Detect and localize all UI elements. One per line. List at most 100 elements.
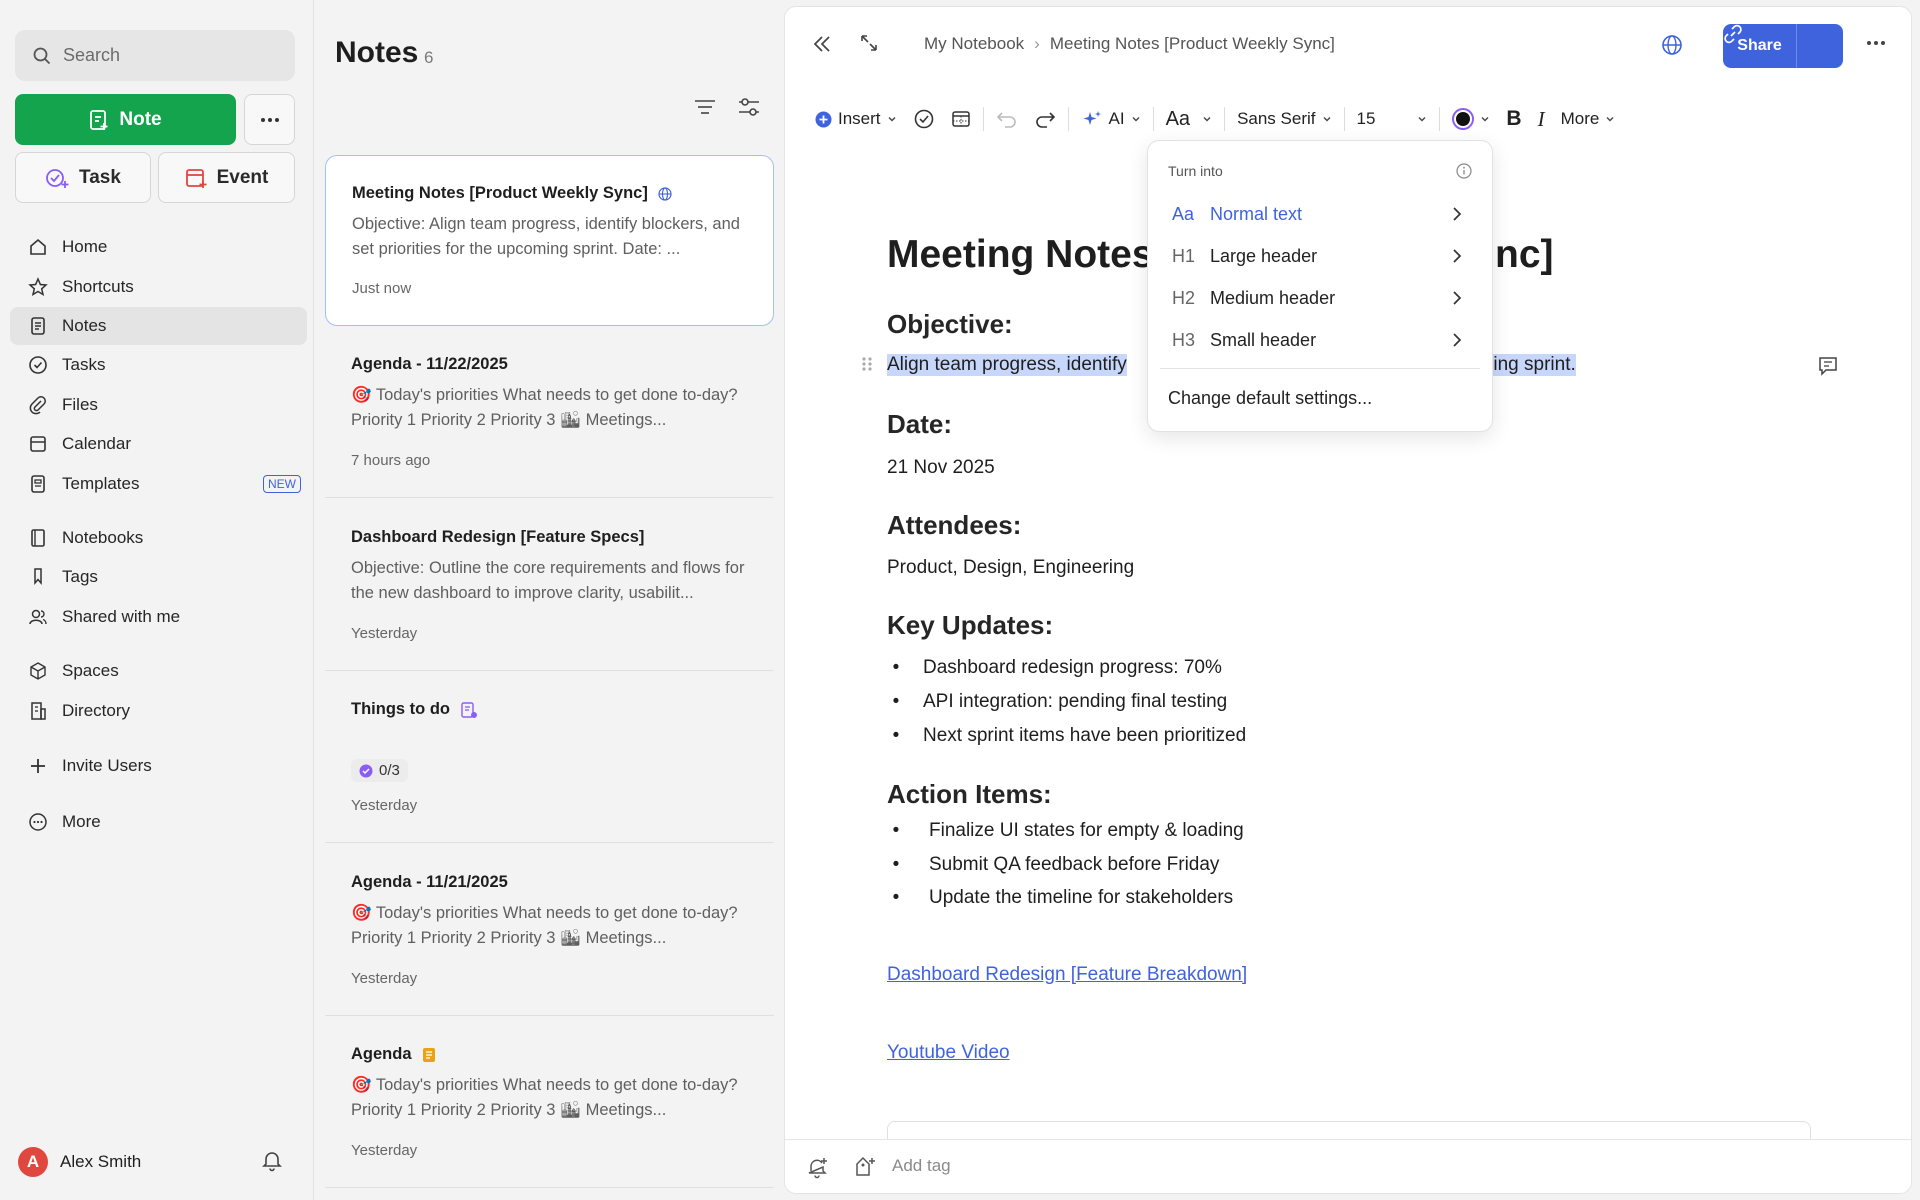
sidebar-item-more[interactable]: More: [10, 803, 307, 841]
sidebar-item-calendar[interactable]: Calendar: [10, 425, 307, 463]
note-card[interactable]: Things to do 0/3 Yesterday: [325, 672, 774, 843]
note-icon: [28, 316, 48, 336]
sidebar-item-files[interactable]: Files: [10, 386, 307, 424]
font-family-label: Sans Serif: [1237, 109, 1316, 128]
new-note-button[interactable]: Note: [15, 94, 236, 145]
chevron-down-icon: [1202, 114, 1212, 124]
font-size-label: 15: [1356, 109, 1376, 128]
filter-icon[interactable]: [737, 96, 761, 118]
new-task-label: Task: [79, 166, 121, 188]
copy-link-icon[interactable]: [1723, 24, 1743, 44]
add-tag-icon[interactable]: [853, 1155, 877, 1179]
text-style-dropdown[interactable]: Aa: [1158, 99, 1220, 139]
note-snippet: Objective: Align team progress, identify…: [352, 215, 740, 258]
chevron-right-icon: [1452, 333, 1462, 347]
search-input[interactable]: Search: [15, 30, 295, 81]
table-button[interactable]: [943, 99, 979, 139]
menu-item-medium-header[interactable]: H2 Medium header: [1148, 279, 1492, 317]
add-tag-input[interactable]: Add tag: [892, 1156, 951, 1176]
list-item-text: Next sprint items have been prioritized: [923, 725, 1247, 746]
checklist-button[interactable]: [905, 99, 943, 139]
italic-button[interactable]: I: [1530, 99, 1553, 139]
comment-icon[interactable]: [1817, 355, 1839, 377]
chevron-down-icon: [1417, 114, 1427, 124]
note-title: Meeting Notes [Product Weekly Sync]: [352, 184, 648, 202]
sidebar-item-notebooks[interactable]: Notebooks: [10, 519, 307, 557]
doc-title: Meeting Notes: [887, 233, 1154, 276]
expand-icon[interactable]: [859, 33, 879, 53]
toolbar-divider: [1343, 107, 1345, 131]
h1-icon: H1: [1172, 245, 1196, 266]
sidebar-item-templates[interactable]: Templates NEW: [10, 465, 307, 503]
menu-divider: [1160, 368, 1480, 369]
star-icon: [28, 277, 48, 297]
chevron-down-icon: [1131, 114, 1141, 124]
menu-item-label: Large header: [1210, 245, 1318, 266]
sparkle-icon: [1081, 109, 1103, 129]
search-placeholder: Search: [63, 45, 121, 65]
list-item: • Update the timeline for stakeholders: [892, 887, 1234, 908]
breadcrumb-separator-icon: ›: [1034, 34, 1040, 53]
sidebar-item-directory[interactable]: Directory: [10, 692, 307, 730]
user-profile[interactable]: A Alex Smith: [18, 1147, 141, 1177]
building-icon: [28, 701, 48, 721]
note-card[interactable]: Meeting Notes [Product Weekly Sync] Obje…: [325, 155, 774, 326]
new-event-button[interactable]: Event: [158, 152, 295, 203]
toolbar-divider: [1224, 107, 1226, 131]
undo-button[interactable]: [988, 99, 1026, 139]
note-card[interactable]: Agenda - 11/22/2025 🎯 Today's priorities…: [325, 327, 774, 498]
note-card[interactable]: Agenda 🎯 Today's priorities What needs t…: [325, 1017, 774, 1188]
bold-button[interactable]: B: [1498, 99, 1529, 139]
sidebar-item-invite-users[interactable]: Invite Users: [10, 747, 307, 785]
task-note-icon: [460, 701, 478, 719]
sidebar-item-tags[interactable]: Tags: [10, 558, 307, 596]
redo-button[interactable]: [1026, 99, 1064, 139]
note-title: Dashboard Redesign [Feature Specs]: [351, 528, 645, 546]
breadcrumb-notebook[interactable]: My Notebook: [924, 34, 1024, 54]
menu-item-small-header[interactable]: H3 Small header: [1148, 321, 1492, 359]
change-default-settings[interactable]: Change default settings...: [1168, 388, 1372, 409]
text-color-dropdown[interactable]: [1444, 99, 1498, 139]
menu-item-normal-text[interactable]: Aa Normal text: [1148, 195, 1492, 233]
sidebar-item-shortcuts[interactable]: Shortcuts: [10, 268, 307, 306]
sidebar-item-home[interactable]: Home: [10, 228, 307, 266]
more-options-icon[interactable]: [1867, 41, 1885, 45]
date-text: 21 Nov 2025: [887, 457, 995, 478]
list-item-text: Update the timeline for stakeholders: [929, 887, 1234, 908]
table-icon: [951, 109, 971, 129]
info-icon[interactable]: [1456, 163, 1472, 179]
notifications-bell-icon[interactable]: [260, 1148, 284, 1172]
feature-breakdown-link[interactable]: Dashboard Redesign [Feature Breakdown]: [887, 964, 1247, 986]
date-heading: Date:: [887, 409, 953, 439]
attendees-text: Product, Design, Engineering: [887, 557, 1135, 578]
note-card[interactable]: Dashboard Redesign [Feature Specs] Objec…: [325, 500, 774, 671]
collapse-panel-icon[interactable]: [811, 33, 833, 55]
drag-handle-icon[interactable]: [861, 356, 873, 372]
note-card[interactable]: Agenda - 11/21/2025 🎯 Today's priorities…: [325, 845, 774, 1016]
new-task-button[interactable]: Task: [15, 152, 151, 203]
font-family-dropdown[interactable]: Sans Serif: [1229, 99, 1339, 139]
sidebar-item-label: Tags: [62, 567, 98, 586]
more-create-button[interactable]: [244, 94, 295, 145]
note-time: Just now: [352, 280, 412, 297]
sidebar-item-spaces[interactable]: Spaces: [10, 652, 307, 690]
note-title-row: Things to do: [351, 700, 748, 719]
sidebar-item-shared[interactable]: Shared with me: [10, 598, 307, 636]
insert-label: Insert: [838, 109, 881, 128]
globe-icon[interactable]: [1661, 34, 1683, 56]
ai-button[interactable]: AI: [1073, 99, 1149, 139]
breadcrumb-note[interactable]: Meeting Notes [Product Weekly Sync]: [1050, 34, 1335, 54]
new-badge: NEW: [263, 475, 301, 493]
more-format-button[interactable]: More: [1553, 99, 1624, 139]
youtube-video-link[interactable]: Youtube Video: [887, 1042, 1010, 1064]
note-title: Agenda - 11/21/2025: [351, 873, 508, 891]
chevron-down-icon: [887, 114, 897, 124]
sort-icon[interactable]: [693, 96, 717, 118]
sidebar-item-tasks[interactable]: Tasks: [10, 346, 307, 384]
sidebar-item-notes[interactable]: Notes: [10, 307, 307, 345]
reminder-bell-icon[interactable]: [805, 1155, 829, 1179]
menu-item-large-header[interactable]: H1 Large header: [1148, 237, 1492, 275]
font-size-dropdown[interactable]: 15: [1349, 99, 1436, 139]
more-label: More: [1560, 109, 1600, 128]
insert-button[interactable]: Insert: [807, 99, 905, 139]
